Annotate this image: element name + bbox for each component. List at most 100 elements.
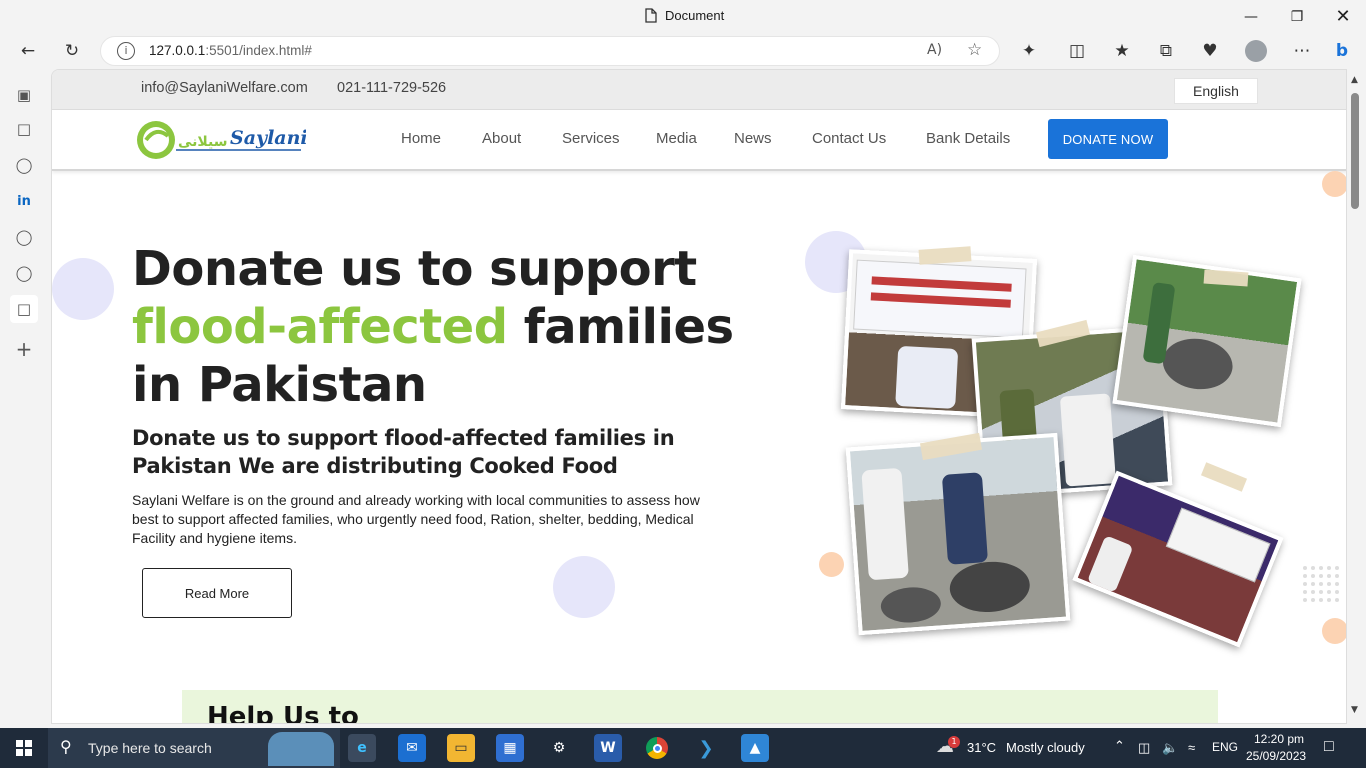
scroll-down-icon[interactable]: ▼: [1351, 705, 1358, 715]
decor-tape: [1203, 269, 1249, 287]
nav-bank-details[interactable]: Bank Details: [926, 130, 1010, 147]
weather-temp[interactable]: 31°C: [967, 740, 996, 755]
hero-description: Saylani Welfare is on the ground and alr…: [132, 492, 700, 546]
decor-circle: [1322, 171, 1346, 197]
scroll-up-icon[interactable]: ▲: [1351, 75, 1358, 85]
favorites-icon[interactable]: ★: [1108, 37, 1136, 65]
nav-services[interactable]: Services: [562, 130, 620, 147]
language-selector[interactable]: English: [1174, 78, 1258, 104]
tray-chevron-icon[interactable]: ⌃: [1114, 738, 1125, 754]
edge-taskbar-icon[interactable]: e: [348, 734, 376, 762]
help-section: Help Us to: [182, 690, 1218, 724]
clock-time[interactable]: 12:20 pm: [1254, 732, 1304, 746]
refresh-icon[interactable]: ↻: [58, 37, 86, 65]
decor-tape: [1200, 462, 1248, 492]
notifications-icon[interactable]: □: [1324, 738, 1334, 756]
back-icon[interactable]: ←: [14, 37, 42, 65]
nav-news[interactable]: News: [734, 130, 772, 147]
hero-subtitle: Donate us to support flood-affected fami…: [132, 426, 675, 478]
copilot-icon[interactable]: b: [1328, 37, 1356, 65]
hero-title-line1: Donate us to support: [132, 241, 697, 297]
help-heading: Help Us to: [207, 702, 359, 724]
input-language[interactable]: ENG: [1212, 740, 1238, 754]
weather-text[interactable]: Mostly cloudy: [1006, 740, 1085, 755]
url-host: 127.0.0.1: [149, 43, 206, 58]
chrome-taskbar-icon[interactable]: [643, 734, 671, 762]
more-menu-icon[interactable]: ⋯: [1288, 37, 1316, 65]
hero-title-line2: families: [507, 299, 734, 355]
contact-phone[interactable]: 021-111-729-526: [337, 80, 446, 96]
page-scrollbar[interactable]: ▲ ▼: [1347, 69, 1366, 724]
read-aloud-icon[interactable]: A): [927, 42, 942, 58]
decor-circle: [819, 552, 844, 577]
search-icon: ⚲: [60, 737, 72, 756]
search-placeholder: Type here to search: [88, 740, 212, 756]
nav-contact-us[interactable]: Contact Us: [812, 130, 886, 147]
svg-text:Saylani: Saylani: [230, 127, 306, 149]
weather-badge: 1: [948, 736, 960, 748]
decor-circle: [1322, 618, 1346, 644]
mail-taskbar-icon[interactable]: ✉: [398, 734, 426, 762]
donate-now-button[interactable]: DONATE NOW: [1048, 119, 1168, 159]
file-explorer-taskbar-icon[interactable]: ▭: [447, 734, 475, 762]
photos-taskbar-icon[interactable]: ▲: [741, 734, 769, 762]
address-bar[interactable]: i 127.0.0.1:5501/index.html# A) ☆: [100, 36, 1000, 66]
document-icon: [645, 8, 657, 23]
tab-linkedin-icon[interactable]: in: [10, 187, 38, 215]
volume-icon[interactable]: 🔈: [1162, 740, 1178, 756]
tab-actions-icon[interactable]: ▣: [10, 81, 38, 109]
scrollbar-thumb[interactable]: [1351, 93, 1359, 209]
wifi-icon[interactable]: ≈: [1188, 740, 1195, 755]
word-taskbar-icon[interactable]: W: [594, 734, 622, 762]
browser-toolbar: ← ↻ i 127.0.0.1:5501/index.html# A) ☆ ✦ …: [0, 33, 1366, 69]
url-path: :5501/index.html#: [205, 43, 312, 58]
nav-home[interactable]: Home: [401, 130, 441, 147]
restore-button[interactable]: ❐: [1274, 0, 1320, 33]
tab-github-icon[interactable]: ◯: [10, 151, 38, 179]
nav-media[interactable]: Media: [656, 130, 697, 147]
vertical-tabs: ▣ □ ◯ in ◯ ◯ □ +: [0, 69, 50, 728]
hero-title-line3: in Pakistan: [132, 357, 427, 413]
tab-document-icon[interactable]: □: [10, 115, 38, 143]
contact-email[interactable]: info@SaylaniWelfare.com: [141, 80, 308, 96]
saylani-logo[interactable]: سیلانی Saylani: [136, 116, 308, 160]
windows-taskbar: ⚲ Type here to search e ✉ ▭ ▦ ⚙ W ❯ ▲ ☁ …: [0, 728, 1366, 768]
favorite-star-icon[interactable]: ☆: [967, 40, 982, 60]
site-navbar: سیلانی Saylani Home About Services Media…: [52, 110, 1346, 171]
split-screen-icon[interactable]: ◫: [1063, 37, 1091, 65]
taskbar-search[interactable]: ⚲ Type here to search: [48, 728, 340, 768]
decor-dot-grid: [1303, 566, 1339, 602]
tab-github-icon[interactable]: ◯: [10, 259, 38, 287]
decor-circle: [553, 556, 615, 618]
page-viewport: info@SaylaniWelfare.com 021-111-729-526 …: [51, 69, 1347, 724]
windows-start-icon[interactable]: [10, 734, 38, 762]
svg-text:سیلانی: سیلانی: [178, 134, 228, 150]
new-tab-icon[interactable]: +: [10, 335, 38, 363]
store-taskbar-icon[interactable]: ▦: [496, 734, 524, 762]
decor-circle: [52, 258, 114, 320]
hero-title-highlight: flood-affected: [132, 299, 508, 355]
clock-date[interactable]: 25/09/2023: [1246, 749, 1306, 763]
settings-taskbar-icon[interactable]: ⚙: [545, 734, 573, 762]
hero-title: Donate us to support flood-affected fami…: [132, 240, 752, 414]
vscode-taskbar-icon[interactable]: ❯: [692, 734, 720, 762]
tab-github-icon[interactable]: ◯: [10, 223, 38, 251]
top-info-bar: info@SaylaniWelfare.com 021-111-729-526 …: [52, 70, 1346, 110]
profile-avatar[interactable]: [1242, 37, 1270, 65]
extensions-icon[interactable]: ✦: [1015, 37, 1043, 65]
collage-photo-food-pots: [845, 432, 1071, 636]
minimize-button[interactable]: —: [1228, 0, 1274, 33]
window-title: Document: [645, 8, 724, 23]
search-highlight-image: [268, 732, 334, 766]
url-text: 127.0.0.1:5501/index.html#: [149, 43, 312, 58]
tab-active-document-icon[interactable]: □: [10, 295, 38, 323]
close-button[interactable]: ✕: [1320, 0, 1366, 33]
collage-photo-event: [1072, 470, 1284, 648]
site-info-icon[interactable]: i: [117, 42, 135, 60]
nav-about[interactable]: About: [482, 130, 521, 147]
collections-icon[interactable]: ⧉: [1152, 37, 1180, 65]
read-more-button[interactable]: Read More: [142, 568, 292, 618]
window-titlebar: Document — ❐ ✕: [0, 0, 1366, 33]
browser-essentials-icon[interactable]: ♥: [1196, 37, 1224, 65]
battery-icon[interactable]: ◫: [1138, 740, 1150, 756]
